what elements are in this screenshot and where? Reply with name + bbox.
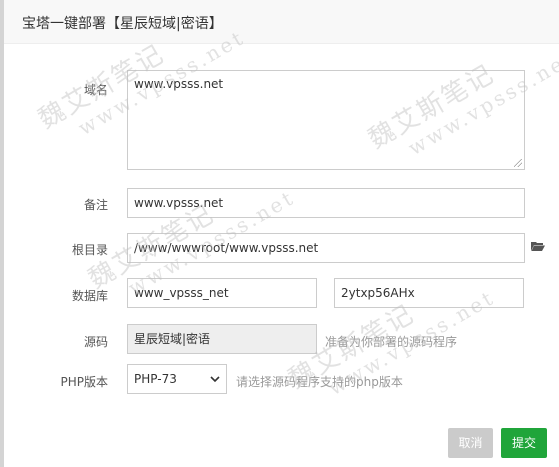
- database-password-value: 2ytxp56AHx: [341, 286, 415, 300]
- remark-label: 备注: [83, 198, 108, 212]
- domain-value: www.vpsss.net: [134, 77, 224, 91]
- source-label: 源码: [83, 335, 108, 349]
- deploy-dialog: 宝塔一键部署【星辰短域|密语】 域名 www.vpsss.net 备注 www.…: [0, 0, 559, 467]
- root-value: /www/wwwroot/www.vpsss.net: [134, 241, 319, 255]
- source-value: 星辰短域|密语: [134, 332, 211, 346]
- root-input[interactable]: /www/wwwroot/www.vpsss.net: [127, 233, 525, 263]
- resize-grip-icon[interactable]: [514, 159, 522, 167]
- submit-button[interactable]: 提交: [501, 428, 547, 458]
- domain-label: 域名: [83, 83, 108, 97]
- dialog-title: 宝塔一键部署【星辰短域|密语】: [22, 16, 223, 32]
- database-name-input[interactable]: www_vpsss_net: [127, 278, 317, 308]
- domain-textarea[interactable]: www.vpsss.net: [127, 70, 525, 170]
- remark-input[interactable]: www.vpsss.net: [127, 188, 525, 218]
- database-password-input[interactable]: 2ytxp56AHx: [334, 278, 524, 308]
- folder-open-icon[interactable]: [531, 241, 545, 251]
- root-label: 根目录: [71, 243, 108, 257]
- cancel-button[interactable]: 取消: [448, 428, 493, 458]
- php-version-select[interactable]: PHP-73: [127, 364, 227, 394]
- php-label: PHP版本: [60, 375, 109, 389]
- source-hint: 准备为你部署的源码程序: [325, 335, 458, 349]
- database-label: 数据库: [71, 289, 108, 303]
- dialog-title-bar: 宝塔一键部署【星辰短域|密语】: [4, 0, 559, 44]
- php-version-selected: PHP-73: [134, 372, 177, 386]
- php-hint: 请选择源码程序支持的php版本: [236, 375, 403, 389]
- remark-value: www.vpsss.net: [134, 196, 224, 210]
- database-name-value: www_vpsss_net: [134, 286, 229, 300]
- source-input: 星辰短域|密语: [127, 324, 317, 354]
- chevron-down-icon: [210, 376, 220, 383]
